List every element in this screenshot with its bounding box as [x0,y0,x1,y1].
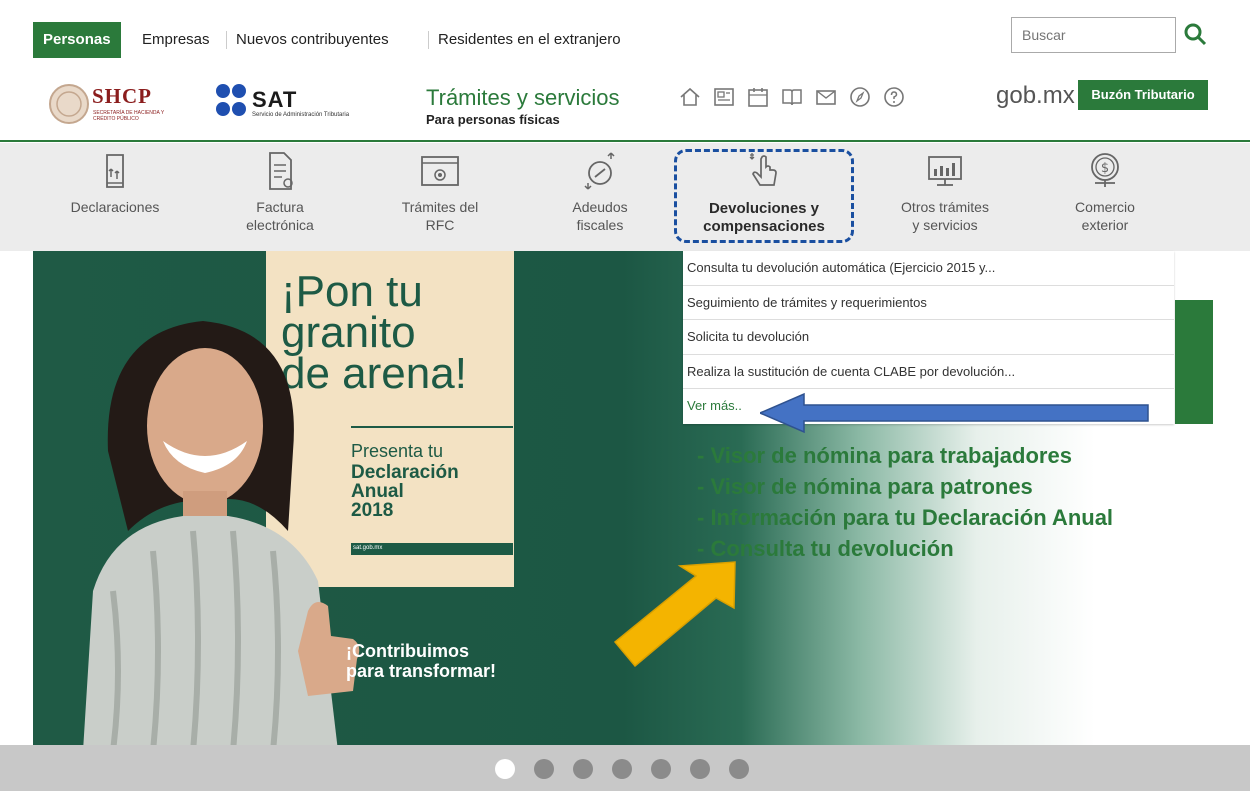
compass-icon[interactable] [848,85,872,109]
carousel-dot-7[interactable] [729,759,749,779]
tab-personas[interactable]: Personas [33,22,121,58]
declaraciones-icon [106,154,124,188]
help-icon[interactable] [882,85,906,109]
highlight-dashed-box [674,149,854,243]
home-icon[interactable] [678,85,702,109]
carousel-dot-4[interactable] [612,759,632,779]
search-input[interactable] [1011,17,1176,53]
nav-item-factura-electronica[interactable]: Factura electrónica [215,143,345,251]
tab-nuevos-contribuyentes[interactable]: Nuevos contribuyentes [236,22,389,58]
annotation-item: - Información para tu Declaración Anual [697,505,1114,530]
tab-separator [428,31,429,49]
search-icon [1184,23,1207,46]
nav-item-adeudos-fiscales[interactable]: Adeudos fiscales [535,143,665,251]
dropdown-item-consulta-devolucion[interactable]: Consulta tu devolución automática (Ejerc… [683,251,1174,286]
nav-label: Factura electrónica [246,199,314,233]
slogan-text: ¡Contribuimos para transformar! [346,641,497,681]
carousel-dot-6[interactable] [690,759,710,779]
nav-label: Declaraciones [70,199,160,215]
book-icon[interactable] [780,85,804,109]
buzon-tributario-button[interactable]: Buzón Tributario [1078,80,1208,110]
carousel-dot-1[interactable] [495,759,515,779]
search-button[interactable] [1178,17,1214,53]
nav-label: Otros trámites y servicios [901,199,989,233]
svg-text:$: $ [1101,161,1109,176]
dropdown-item-solicita-devolucion[interactable]: Solicita tu devolución [683,320,1174,355]
annotation-item: - Visor de nómina para trabajadores [697,443,1072,468]
dropdown-item-seguimiento-tramites[interactable]: Seguimiento de trámites y requerimientos [683,286,1174,320]
invoice-icon [269,152,293,190]
side-green-tab[interactable] [1175,300,1213,424]
blue-arrow-annotation [760,392,1149,434]
carousel-dot-2[interactable] [534,759,554,779]
nav-item-otros-tramites[interactable]: Otros trámites y servicios [875,143,1015,251]
shcp-logo-text: SHCP [92,84,153,108]
page-title: Trámites y servicios [426,85,620,110]
nav-item-tramites-rfc[interactable]: Trámites del RFC [375,143,505,251]
news-icon[interactable] [712,85,736,109]
annotation-item: - Visor de nómina para patrones [697,474,1033,499]
main-nav: Declaraciones Factura electrónica Trámit… [0,143,1250,251]
nav-label: Trámites del RFC [401,199,479,233]
rfc-icon [421,156,459,186]
mail-icon[interactable] [814,85,838,109]
nav-label: Adeudos fiscales [572,199,628,233]
page-subtitle: Para personas físicas [426,112,560,127]
monitor-chart-icon [928,156,962,186]
sat-logo-text: SAT [252,87,298,112]
tab-residentes-extranjero[interactable]: Residentes en el extranjero [438,22,621,58]
globe-dollar-icon: $ [1091,153,1119,187]
top-bar: Personas Empresas Nuevos contribuyentes … [0,0,1250,70]
annotation-list: - Visor de nómina para trabajadores - Vi… [697,440,1113,564]
sat-logo-subtitle: Servicio de Administración Tributaria [252,112,350,118]
calendar-icon[interactable] [746,85,770,109]
annotation-item: - Consulta tu devolución [697,536,954,561]
gobmx-link[interactable]: gob.mx [996,82,1075,110]
yellow-arrow-annotation [613,561,736,668]
nav-item-declaraciones[interactable]: Declaraciones [50,143,180,251]
nav-item-comercio-exterior[interactable]: $ Comercio exterior [1040,143,1170,251]
tab-separator [226,31,227,49]
nav-label: Comercio exterior [1075,199,1135,233]
tab-empresas[interactable]: Empresas [142,22,210,58]
carousel-dot-5[interactable] [651,759,671,779]
dropdown-item-sustitucion-clabe[interactable]: Realiza la sustitución de cuenta CLABE p… [683,355,1174,389]
site-header: SHCP SECRETARÍA DE HACIENDA Y CRÉDITO PÚ… [0,70,1250,142]
carousel-indicator-bar [0,745,1250,791]
woman-photo-illustration [83,321,360,745]
debt-icon [584,152,615,190]
shcp-logo-subtitle: SECRETARÍA DE HACIENDA Y CRÉDITO PÚBLICO [93,110,165,122]
carousel-dot-3[interactable] [573,759,593,779]
